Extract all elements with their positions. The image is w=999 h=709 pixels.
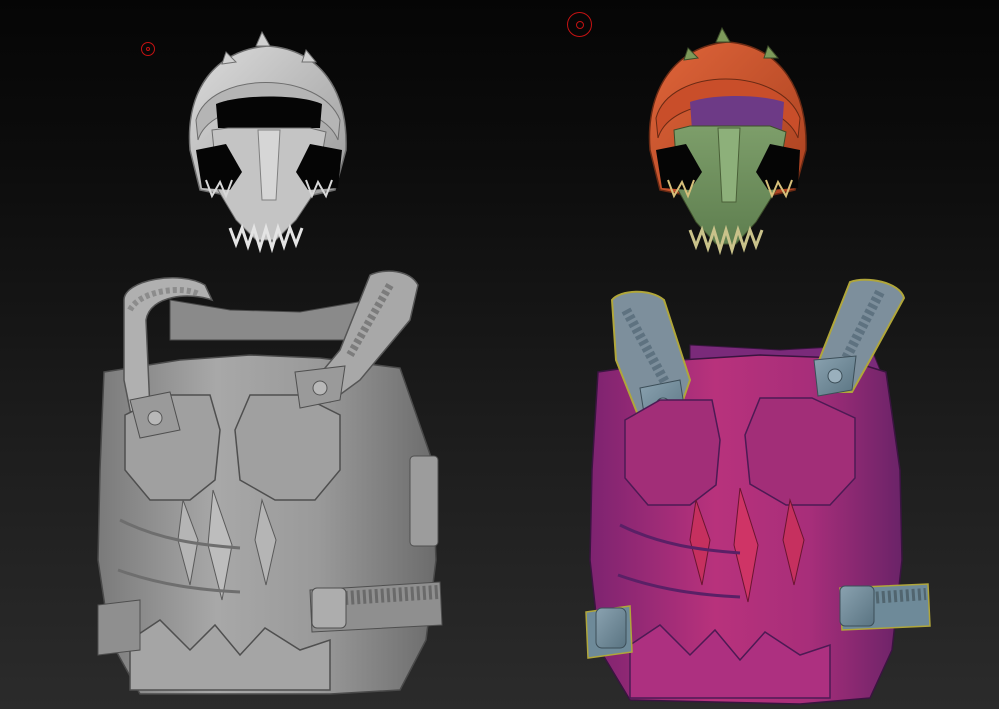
grey-armor-vest <box>97 270 443 695</box>
zbrush-viewport[interactable] <box>0 0 999 709</box>
polygroup-skull-mask <box>648 26 807 256</box>
brush-cursor-small <box>141 42 155 56</box>
brush-cursor-center <box>575 20 584 29</box>
polygroup-armor-vest <box>585 278 931 705</box>
brush-cursor-center <box>146 47 150 51</box>
sculpt-scene <box>97 26 931 705</box>
grey-skull-mask <box>188 30 347 254</box>
brush-cursor-large <box>567 12 592 37</box>
